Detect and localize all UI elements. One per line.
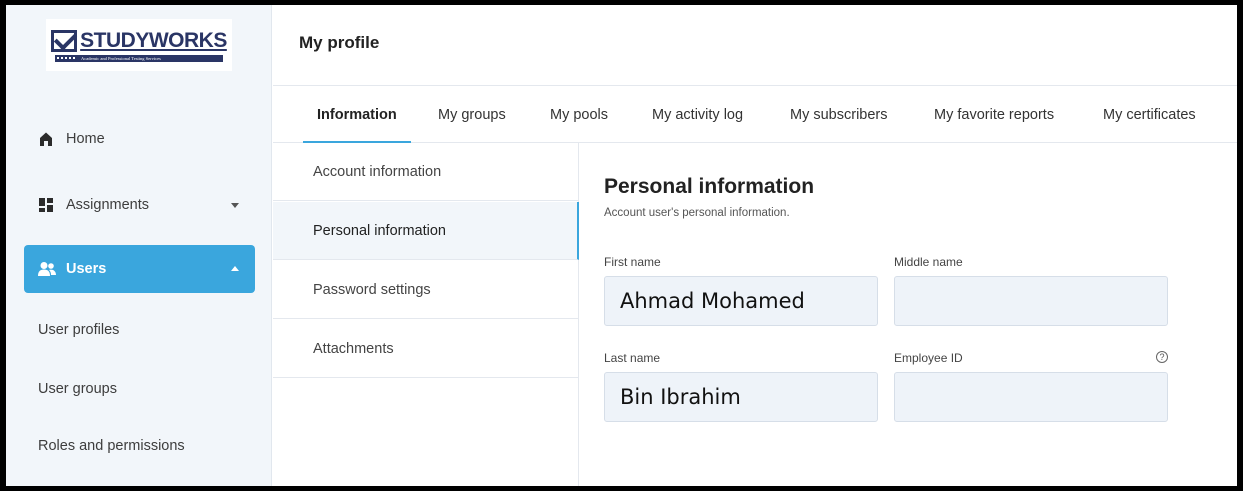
- app-window: STUDYWORKS Academic and Professional Tes…: [6, 5, 1237, 486]
- information-subnav: Account information Personal information…: [273, 143, 579, 486]
- tab-my-certificates[interactable]: My certificates: [1103, 87, 1196, 143]
- checkbox-logo-icon: [51, 29, 78, 52]
- users-icon: [38, 261, 56, 277]
- section-title: Personal information: [604, 175, 815, 198]
- page-title: My profile: [299, 33, 380, 52]
- middle-name-label: Middle name: [894, 255, 963, 269]
- sidebar-subitem-roles-permissions[interactable]: Roles and permissions: [38, 438, 185, 454]
- sidebar-item-label: Assignments: [66, 197, 150, 213]
- tab-my-activity-log[interactable]: My activity log: [652, 87, 743, 143]
- last-name-field[interactable]: Bin Ibrahim: [604, 372, 878, 422]
- last-name-label: Last name: [604, 351, 661, 365]
- sidebar-subitem-user-groups[interactable]: User groups: [38, 381, 117, 397]
- sidebar-subitem-user-profiles[interactable]: User profiles: [38, 322, 119, 338]
- employee-id-label: Employee ID: [894, 351, 963, 365]
- subnav-personal-information[interactable]: Personal information: [273, 202, 579, 260]
- sidebar: STUDYWORKS Academic and Professional Tes…: [6, 5, 272, 486]
- tab-information[interactable]: Information: [303, 87, 411, 143]
- studyworks-logo[interactable]: STUDYWORKS Academic and Professional Tes…: [46, 19, 232, 71]
- logo-tagline: Academic and Professional Testing Servic…: [81, 55, 161, 61]
- profile-tabs: Information My groups My pools My activi…: [273, 87, 1237, 143]
- personal-information-panel: Personal information Account user's pers…: [580, 143, 1237, 486]
- sidebar-item-home[interactable]: Home: [24, 115, 255, 163]
- logo-text: STUDYWORKS: [80, 28, 227, 52]
- help-icon[interactable]: ?: [1156, 351, 1168, 363]
- subnav-attachments[interactable]: Attachments: [273, 320, 579, 378]
- sidebar-item-label: Users: [66, 261, 107, 277]
- tab-my-subscribers[interactable]: My subscribers: [790, 87, 888, 143]
- tab-my-groups[interactable]: My groups: [438, 87, 506, 143]
- sidebar-item-assignments[interactable]: Assignments: [24, 181, 255, 229]
- sidebar-item-label: Home: [66, 131, 105, 147]
- first-name-field[interactable]: Ahmad Mohamed: [604, 276, 878, 326]
- subnav-password-settings[interactable]: Password settings: [273, 261, 579, 319]
- home-icon: [38, 131, 54, 147]
- page-header: My profile: [273, 5, 1237, 86]
- assignments-icon: [38, 197, 54, 213]
- section-subtitle: Account user's personal information.: [604, 207, 790, 219]
- subnav-account-information[interactable]: Account information: [273, 143, 579, 201]
- chevron-up-icon: [231, 266, 239, 271]
- employee-id-field[interactable]: [894, 372, 1168, 422]
- tab-my-favorite-reports[interactable]: My favorite reports: [934, 87, 1054, 143]
- tab-my-pools[interactable]: My pools: [550, 87, 608, 143]
- first-name-label: First name: [604, 255, 661, 269]
- middle-name-field[interactable]: [894, 276, 1168, 326]
- chevron-down-icon: [231, 203, 239, 208]
- sidebar-item-users[interactable]: Users: [24, 245, 255, 293]
